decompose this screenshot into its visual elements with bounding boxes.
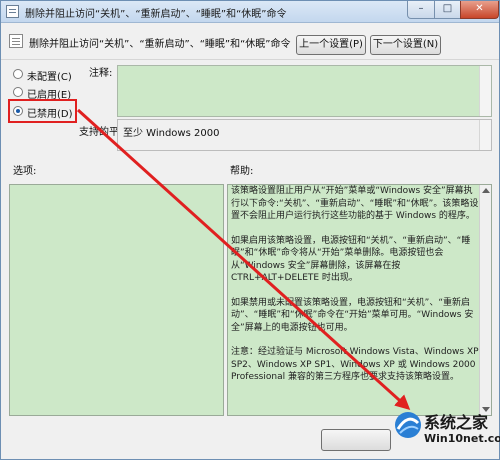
next-setting-button[interactable]: 下一个设置(N): [370, 35, 441, 55]
options-label: 选项:: [13, 166, 37, 177]
policy-setting-icon: [6, 5, 19, 18]
platform-scrollbar[interactable]: [479, 120, 491, 150]
radio-button-icon[interactable]: [13, 87, 23, 97]
policy-setting-icon: [9, 34, 23, 48]
annotation-highlight-box: [8, 99, 77, 123]
supported-platform-box: 至少 Windows 2000: [117, 119, 492, 151]
options-pane: [9, 184, 224, 416]
help-paragraph: 注意：经过验证与 Microsoft Windows Vista、Windows…: [231, 347, 479, 382]
help-paragraph: 如果启用该策略设置，电源按钮和“关机”、“重新启动”、“睡眠”和“休眠”命令将从…: [231, 235, 471, 284]
help-label: 帮助:: [230, 166, 254, 177]
minimize-button[interactable]: –: [407, 1, 435, 19]
help-scrollbar[interactable]: [479, 185, 491, 415]
help-paragraph: 如果禁用或未配置该策略设置，电源按钮和“关机”、“重新启动”、“睡眠”和“休眠”…: [231, 297, 474, 333]
radio-button-icon[interactable]: [13, 69, 23, 79]
help-pane: 该策略设置阻止用户从“开始”菜单或“Windows 安全”屏幕执行以下命令:“关…: [227, 184, 492, 416]
radio-enabled[interactable]: 已启用(E): [11, 85, 77, 101]
previous-setting-button[interactable]: 上一个设置(P): [296, 35, 366, 55]
radio-label: 未配置(C): [27, 72, 72, 83]
title-bar[interactable]: 删除并阻止访问“关机”、“重新启动”、“睡眠”和“休眠”命令 – □ ✕: [1, 1, 499, 23]
comment-label: 注释:: [89, 68, 113, 79]
help-paragraph: 该策略设置阻止用户从“开始”菜单或“Windows 安全”屏幕执行以下命令:“关…: [231, 186, 479, 221]
comment-textarea[interactable]: [117, 65, 492, 117]
close-button[interactable]: ✕: [460, 1, 499, 19]
radio-not-configured[interactable]: 未配置(C): [11, 67, 77, 83]
scroll-up-icon[interactable]: [482, 188, 490, 193]
maximize-button[interactable]: □: [434, 1, 461, 19]
setting-name: 删除并阻止访问“关机”、“重新启动”、“睡眠”和“休眠”命令: [29, 39, 291, 50]
comment-scrollbar[interactable]: [479, 66, 491, 116]
watermark-logo-icon: [395, 412, 421, 438]
window-title: 删除并阻止访问“关机”、“重新启动”、“睡眠”和“休眠”命令: [25, 9, 287, 20]
ok-button[interactable]: [321, 429, 391, 451]
policy-setting-window: 删除并阻止访问“关机”、“重新启动”、“睡眠”和“休眠”命令 – □ ✕ 删除并…: [0, 0, 500, 460]
help-text: 该策略设置阻止用户从“开始”菜单或“Windows 安全”屏幕执行以下命令:“关…: [231, 185, 479, 396]
supported-platform-value: 至少 Windows 2000: [123, 128, 220, 139]
watermark-url: Win10net.com: [424, 432, 500, 445]
watermark-title: 系统之家: [424, 413, 489, 432]
watermark: 系统之家 Win10net.com: [394, 405, 500, 457]
